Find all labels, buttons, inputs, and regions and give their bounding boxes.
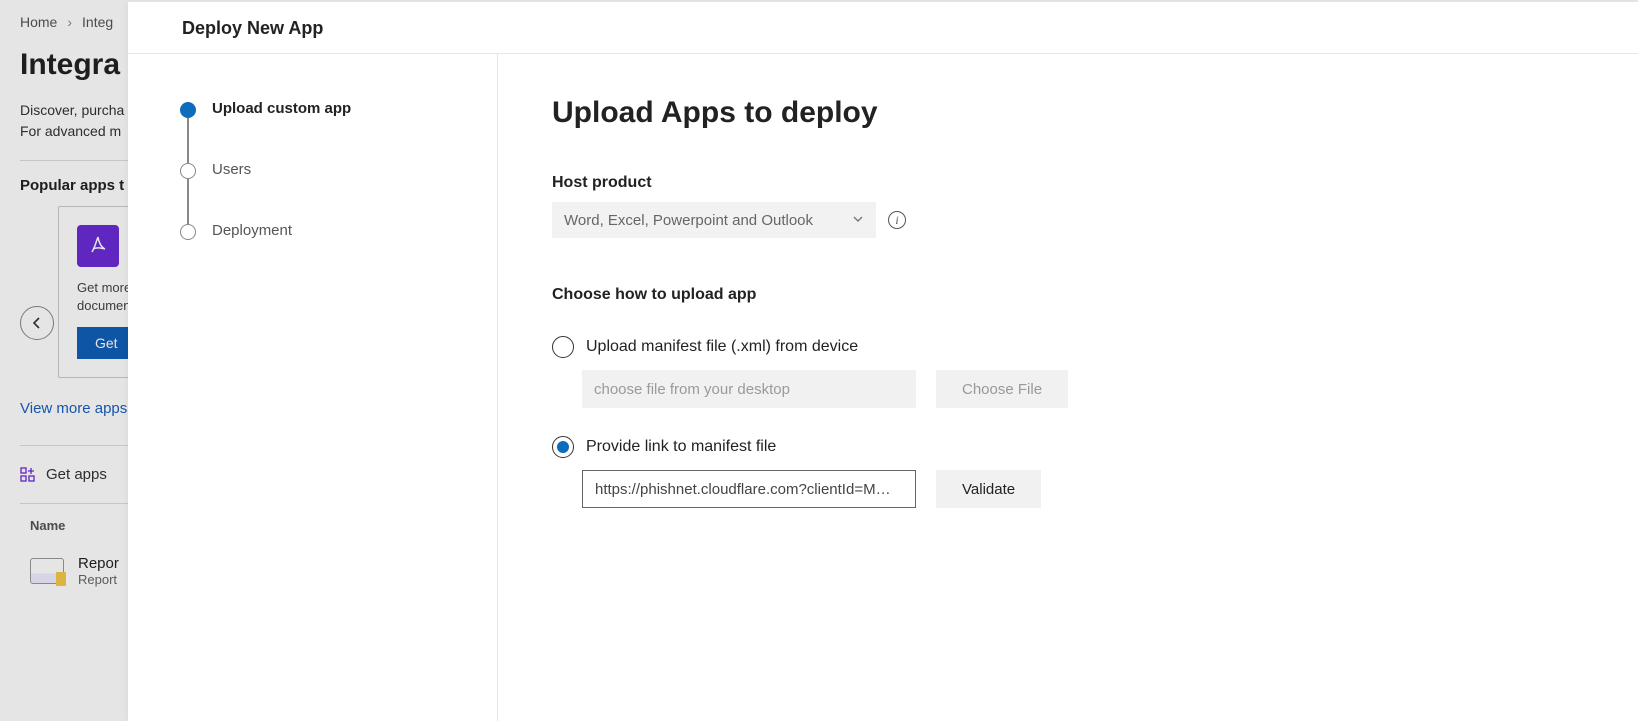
manifest-file-input: choose file from your desktop (582, 370, 916, 408)
info-icon[interactable]: i (888, 211, 906, 229)
step-users[interactable]: Users (180, 161, 473, 222)
step-label: Deployment (212, 222, 292, 239)
radio-provide-link-label: Provide link to manifest file (586, 438, 776, 456)
step-indicator-icon (180, 163, 196, 179)
radio-upload-manifest[interactable] (552, 336, 574, 358)
table-row-sub: Report (78, 572, 119, 587)
host-product-value: Word, Excel, Powerpoint and Outlook (564, 212, 813, 229)
choose-upload-label: Choose how to upload app (552, 286, 1578, 304)
validate-button[interactable]: Validate (936, 470, 1041, 508)
step-upload-custom-app[interactable]: Upload custom app (180, 100, 473, 161)
step-label: Upload custom app (212, 100, 351, 161)
step-deployment[interactable]: Deployment (180, 222, 473, 240)
get-it-now-button[interactable]: Get (77, 327, 136, 359)
table-row-name: Repor (78, 555, 119, 572)
back-button[interactable] (20, 306, 54, 340)
chevron-right-icon: › (67, 14, 72, 30)
panel-content: Upload Apps to deploy Host product Word,… (498, 54, 1638, 721)
step-indicator-icon (180, 224, 196, 240)
view-more-apps-link[interactable]: View more apps (20, 400, 127, 417)
breadcrumb-home[interactable]: Home (20, 14, 57, 30)
host-product-select[interactable]: Word, Excel, Powerpoint and Outlook (552, 202, 876, 238)
deploy-panel: Deploy New App Upload custom app Users D… (128, 1, 1638, 721)
breadcrumb-current: Integ (82, 14, 113, 30)
get-apps-label: Get apps (46, 466, 107, 483)
manifest-url-input[interactable] (582, 470, 916, 508)
host-product-label: Host product (552, 174, 1578, 192)
panel-title: Deploy New App (128, 2, 1638, 54)
report-app-icon (30, 558, 64, 584)
content-heading: Upload Apps to deploy (552, 96, 1578, 130)
radio-upload-manifest-label: Upload manifest file (.xml) from device (586, 338, 858, 356)
radio-provide-link[interactable] (552, 436, 574, 458)
chevron-down-icon (852, 212, 864, 229)
step-label: Users (212, 161, 251, 222)
grid-plus-icon (20, 467, 36, 483)
choose-file-button: Choose File (936, 370, 1068, 408)
step-indicator-icon (180, 102, 196, 118)
stepper: Upload custom app Users Deployment (128, 54, 498, 721)
adobe-acrobat-icon (77, 225, 119, 267)
